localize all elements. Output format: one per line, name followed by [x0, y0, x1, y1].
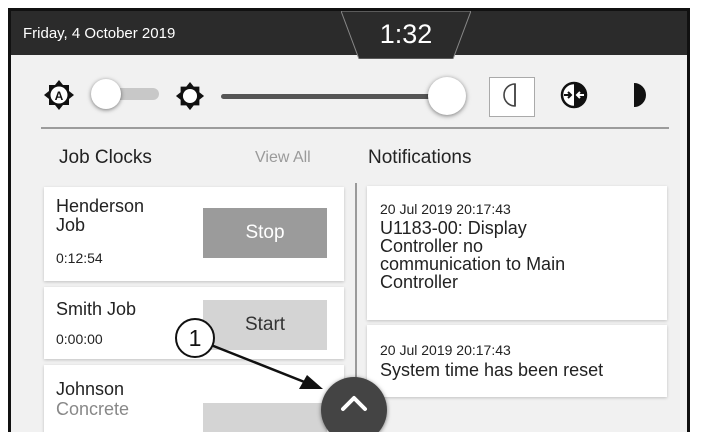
callout-arrow [210, 343, 323, 389]
display-screen: Friday, 4 October 2019 1:32 A Job Clocks… [8, 8, 690, 432]
callout-marker: 1 [175, 318, 215, 358]
